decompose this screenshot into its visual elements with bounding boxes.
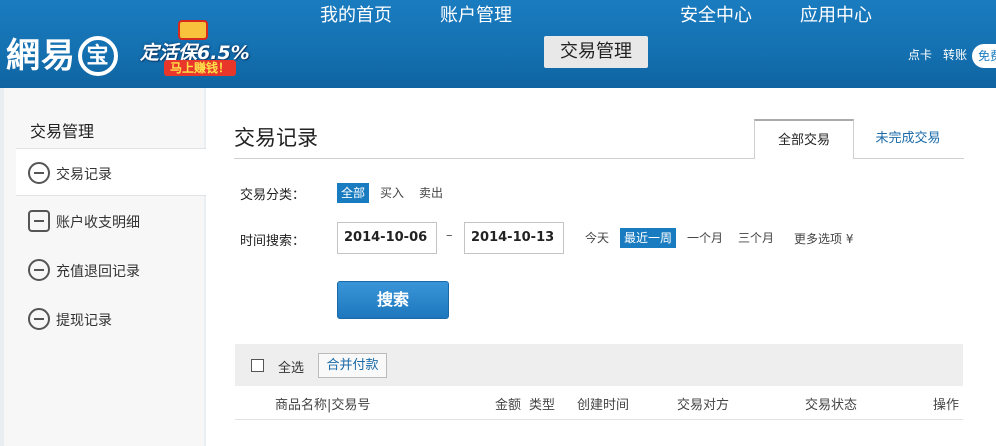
promo-banner[interactable]: 定活保6.5% 马上赚钱！ (140, 20, 250, 76)
table-toolbar: 全选 合并付款 (235, 344, 963, 386)
logo[interactable]: 網易宝 (6, 28, 118, 77)
quick-link-transfer[interactable]: 转账 (943, 46, 967, 63)
sidebar-item-refund-records[interactable]: 充值退回记录 (16, 246, 204, 294)
merge-pay-button[interactable]: 合并付款 (318, 353, 387, 378)
tab-all-trades[interactable]: 全部交易 (754, 119, 854, 160)
col-status: 交易状态 (805, 398, 858, 413)
category-all[interactable]: 全部 (337, 183, 370, 203)
range-today[interactable]: 今天 (581, 228, 613, 248)
date-separator: – (446, 228, 453, 243)
sidebar-item-label: 账户收支明细 (56, 215, 140, 231)
promo-subtitle: 马上赚钱！ (164, 60, 237, 76)
card-icon (28, 162, 50, 184)
sidebar-item-trade-records[interactable]: 交易记录 (16, 148, 206, 196)
select-all-label[interactable]: 全选 (278, 357, 304, 376)
table-header: 商品名称|交易号 金额 类型 创建时间 交易对方 交易状态 操作 (235, 386, 963, 420)
withdraw-icon (28, 308, 50, 330)
col-counterparty: 交易对方 (677, 398, 730, 413)
sidebar-item-withdraw-records[interactable]: 提现记录 (16, 295, 204, 343)
more-options-link[interactable]: 更多选项 ¥ (794, 230, 853, 247)
category-buy[interactable]: 买入 (376, 183, 408, 203)
quick-pill[interactable]: 免费 (972, 44, 996, 68)
logo-text: 網易 (6, 36, 76, 76)
sidebar-title: 交易管理 (30, 122, 95, 141)
category-label: 交易分类： (240, 188, 306, 203)
transfer-icon (28, 210, 50, 232)
sidebar-item-label: 交易记录 (56, 167, 112, 183)
col-amount: 金额 (495, 398, 522, 413)
nav-security[interactable]: 安全中心 (666, 0, 766, 32)
range-month[interactable]: 一个月 (683, 228, 727, 248)
col-created: 创建时间 (577, 398, 630, 413)
sidebar-item-label: 提现记录 (56, 313, 112, 329)
start-date-input[interactable]: 2014-10-06 (337, 222, 437, 254)
tab-unfinished-trades[interactable]: 未完成交易 (858, 119, 958, 159)
nav-trade[interactable]: 交易管理 (544, 36, 648, 68)
range-week[interactable]: 最近一周 (620, 228, 677, 248)
nav-apps[interactable]: 应用中心 (786, 0, 886, 32)
range-three-months[interactable]: 三个月 (734, 228, 778, 248)
end-date-input[interactable]: 2014-10-13 (464, 222, 564, 254)
col-actions: 操作 (933, 398, 960, 413)
gift-icon (178, 20, 208, 40)
sidebar-item-label: 充值退回记录 (56, 264, 140, 280)
main-panel: 交易记录 全部交易 未完成交易 交易分类： 全部 买入 卖出 时间搜索： 201… (206, 88, 996, 446)
category-sell[interactable]: 卖出 (415, 183, 447, 203)
page-title: 交易记录 (234, 126, 318, 150)
col-type: 类型 (529, 398, 556, 413)
nav-home[interactable]: 我的首页 (306, 0, 406, 32)
select-all-checkbox[interactable] (251, 359, 264, 372)
col-product: 商品名称|交易号 (275, 398, 371, 413)
logo-mark: 宝 (78, 36, 118, 76)
refund-icon (28, 259, 50, 281)
tabs-divider (234, 158, 964, 159)
nav-account[interactable]: 账户管理 (426, 0, 526, 32)
sidebar: 交易管理 交易记录 账户收支明细 充值退回记录 提现记录 (4, 88, 206, 446)
sidebar-item-account-detail[interactable]: 账户收支明细 (16, 197, 204, 245)
time-label: 时间搜索： (240, 234, 306, 249)
top-header: 網易宝 定活保6.5% 马上赚钱！ 我的首页 账户管理 交易管理 安全中心 应用… (0, 0, 996, 88)
search-button[interactable]: 搜索 (337, 281, 449, 319)
quick-link-card[interactable]: 点卡 (908, 46, 932, 63)
